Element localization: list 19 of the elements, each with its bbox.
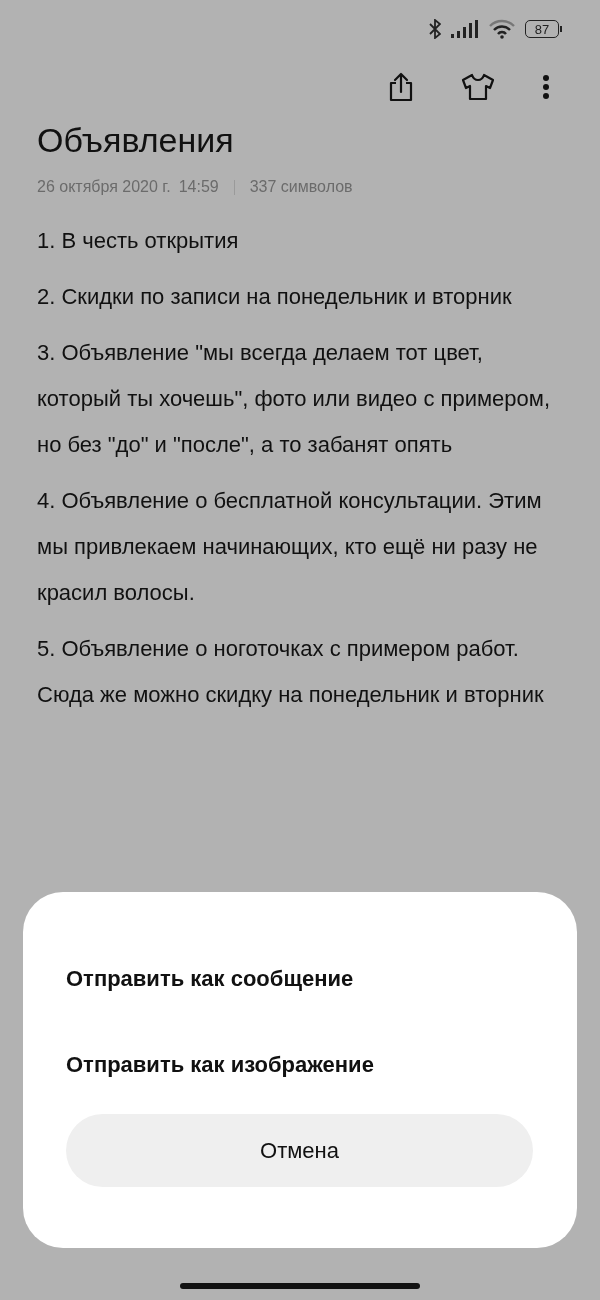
more-icon[interactable]	[542, 74, 550, 100]
cancel-button[interactable]: Отмена	[66, 1114, 533, 1187]
note-title: Объявления	[37, 120, 235, 160]
note-paragraph: 2. Скидки по записи на понедельник и вторник	[37, 283, 513, 311]
signal-icon	[451, 20, 479, 38]
bluetooth-icon	[429, 19, 441, 39]
wifi-icon	[489, 19, 515, 39]
sheet-option[interactable]: Отправить как сообщение	[66, 942, 534, 1028]
sheet-option[interactable]: Отправить как изображение	[66, 1028, 534, 1114]
share-icon[interactable]	[388, 72, 414, 102]
note-paragraph: 1. В честь открытия	[37, 227, 240, 255]
character-count: 337 символов	[249, 178, 353, 196]
battery-icon: 87	[525, 20, 562, 38]
note-paragraph: 3. Объявление "мы всегда делаем тот цвет, который ты хочешь", фото или видео с примером, но без "до" и "после", а то забанят опять	[37, 339, 552, 459]
note-time: 14:59	[178, 178, 219, 196]
note-paragraph: 4. Объявление о бесплатной консультации. Этим мы привлекаем начинающих, кто ещё ни разу не красил волосы.	[37, 487, 543, 607]
note-date: 26 октября 2020 г.	[37, 178, 171, 196]
shirt-icon[interactable]	[461, 73, 495, 101]
note-paragraph: 5. Объявление о ноготочках с примером работ. Сюда же можно скидку на понедельник и вторник	[37, 635, 545, 709]
